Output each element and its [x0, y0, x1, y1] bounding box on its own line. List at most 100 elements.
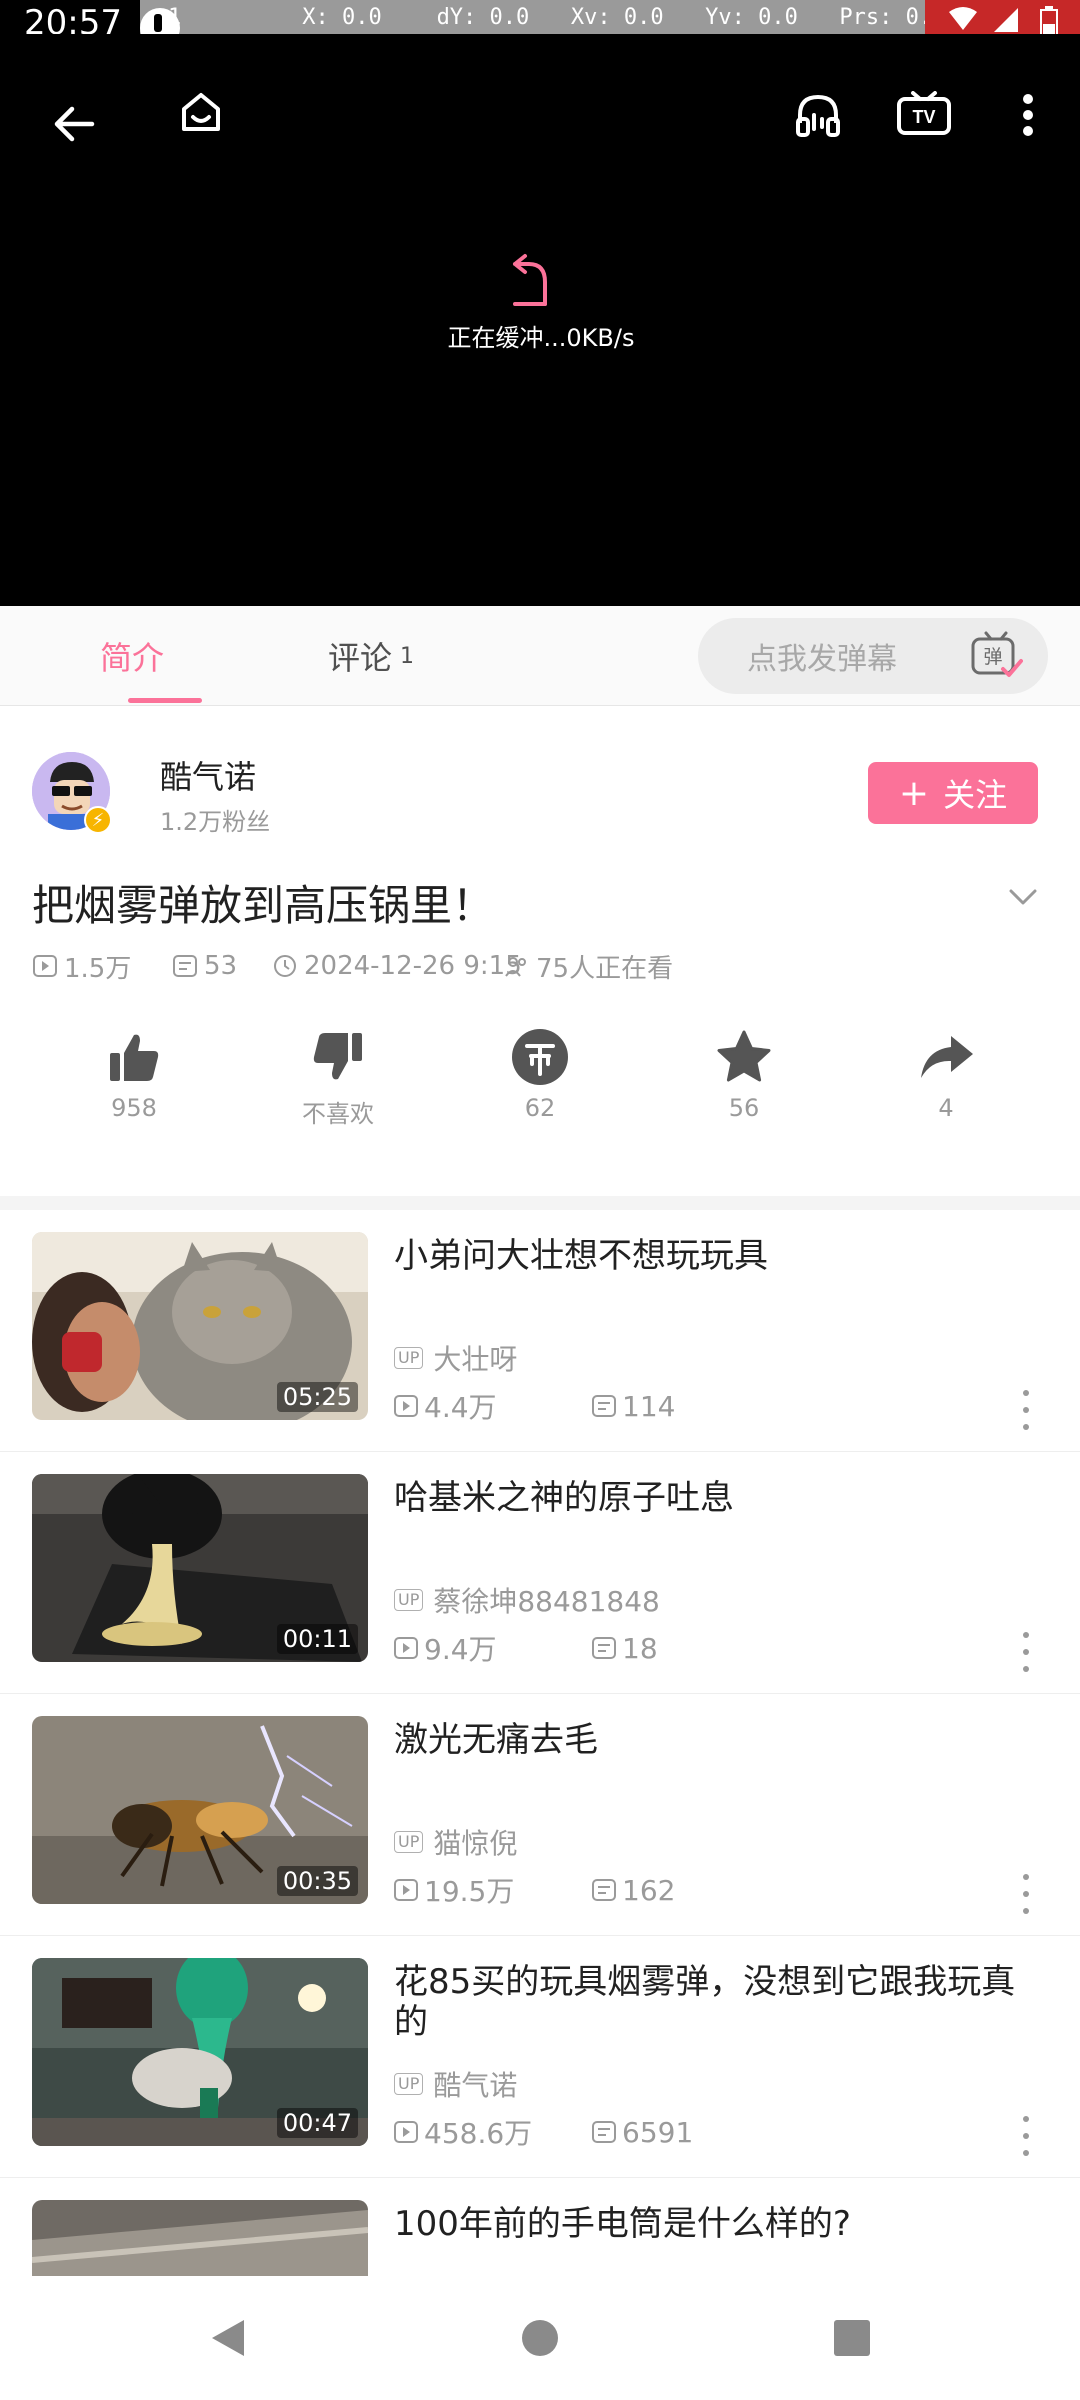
circle-home-icon [522, 2320, 558, 2356]
view-count-value: 4.4万 [424, 1391, 497, 1424]
danmaku-count-value: 114 [622, 1389, 676, 1423]
video-duration: 00:47 [276, 2108, 358, 2138]
danmaku-count-value: 6591 [622, 2115, 694, 2149]
play-count-icon [394, 1637, 418, 1659]
stats-row: 9.4万 18 [394, 1628, 790, 1668]
follow-label: 关注 [943, 776, 1008, 814]
nav-home-button[interactable] [436, 2276, 644, 2400]
chevron-down-icon [1009, 889, 1037, 905]
debug-value: X: 0.0 [302, 4, 382, 30]
play-count-icon [394, 1879, 418, 1901]
video-player[interactable]: TV 正在缓冲...0KB/s [0, 34, 1080, 606]
recommendation-uploader: 蔡徐坤88481848 [433, 1585, 660, 1618]
share-button[interactable]: 4 [844, 1022, 1048, 1132]
loading-icon [513, 254, 547, 306]
audio-icon [795, 94, 840, 137]
clock-icon [274, 955, 296, 977]
dislike-button[interactable]: 不喜欢 [236, 1022, 440, 1132]
tab-intro[interactable]: 简介 [0, 606, 264, 706]
danmaku-count-icon [592, 2121, 616, 2143]
recommendation-uploader: 大壮呀 [433, 1343, 518, 1376]
follow-button[interactable]: + 关注 [868, 762, 1038, 824]
danmaku-count: 18 [592, 1632, 790, 1665]
status-bar: 1 X: 0.0 dY: 0.0 Xv: 0.0 Yv: 0.0 Prs: 0.… [0, 0, 1080, 48]
publish-date-value: 2024-12-26 9:15 [304, 951, 522, 981]
video-thumbnail[interactable]: 00:47 [32, 1958, 368, 2146]
comments-count: 1 [400, 643, 415, 669]
list-item[interactable]: 00:47 花85买的玩具烟雾弹，没想到它跟我玩真的 UP 酷气诺 458.6万… [0, 1936, 1080, 2178]
share-count: 4 [938, 1094, 954, 1122]
favorite-button[interactable]: 56 [642, 1022, 846, 1132]
back-button[interactable] [0, 62, 148, 186]
list-item[interactable]: 05:25 小弟问大壮想不想玩玩具 UP 大壮呀 4.4万 114 [0, 1210, 1080, 1452]
danmaku-count: 6591 [592, 2116, 790, 2149]
like-count: 958 [111, 1094, 157, 1122]
uploader-fans: 1.2万粉丝 [160, 808, 271, 836]
recommendation-title: 花85买的玩具烟雾弹，没想到它跟我玩真的 [394, 1962, 1016, 2042]
view-count: 458.6万 [394, 2112, 592, 2152]
recommendation-title: 100年前的手电筒是什么样的? [394, 2204, 851, 2244]
video-thumbnail[interactable]: 00:11 [32, 1474, 368, 1662]
tab-intro-label: 简介 [99, 639, 164, 677]
uploader-row: UP 猫惊倪 [394, 1822, 517, 1862]
nav-back-button[interactable] [124, 2276, 332, 2400]
list-item[interactable]: 00:11 哈基米之神的原子吐息 UP 蔡徐坤88481848 9.4万 18 [0, 1452, 1080, 1694]
more-options-button[interactable] [976, 84, 1080, 146]
wifi-icon [949, 7, 977, 30]
danmaku-icon-label: 弹 [983, 646, 1002, 668]
view-count: 9.4万 [394, 1628, 592, 1668]
more-options-button[interactable] [1014, 1632, 1038, 1672]
people-icon [505, 957, 526, 977]
home-button[interactable] [148, 62, 253, 162]
view-count: 4.4万 [394, 1386, 592, 1426]
danmaku-toggle-button[interactable]: 弹 [944, 618, 1048, 694]
video-thumbnail[interactable]: 05:25 [32, 1232, 368, 1420]
list-item[interactable]: 00:35 激光无痛去毛 UP 猫惊倪 19.5万 162 [0, 1694, 1080, 1936]
danmaku-count: 114 [592, 1390, 790, 1423]
view-count: 1.5万 [32, 946, 131, 986]
watching-now-value: 75人正在看 [536, 953, 674, 984]
section-divider [0, 1196, 1080, 1210]
square-recents-icon [834, 2320, 870, 2356]
danmaku-count: 53 [172, 946, 237, 986]
buffering-status: 正在缓冲...0KB/s [447, 323, 635, 352]
tv-cast-icon: TV [897, 91, 951, 135]
video-duration: 05:25 [276, 1382, 358, 1412]
triangle-back-icon [212, 2320, 244, 2356]
video-thumbnail[interactable] [32, 2200, 368, 2276]
audio-mode-button[interactable] [765, 62, 870, 167]
tab-comments[interactable]: 评论 1 [328, 634, 448, 678]
more-options-button[interactable] [1014, 1390, 1038, 1430]
thumbs-up-icon [110, 1034, 159, 1081]
tab-bar: 简介 评论 1 点我发弹幕 弹 [0, 606, 1080, 706]
view-count-value: 19.5万 [424, 1875, 515, 1908]
up-badge: UP [394, 1347, 424, 1369]
danmaku-count-value: 53 [204, 951, 238, 981]
tv-cast-button[interactable]: TV [872, 84, 976, 146]
more-options-button[interactable] [1014, 2116, 1038, 2156]
uploader-name[interactable]: 酷气诺 [160, 752, 256, 798]
tab-comments-label: 评论 [328, 639, 393, 677]
favorite-count: 56 [728, 1094, 760, 1122]
active-tab-indicator [128, 698, 202, 703]
danmaku-count-icon [173, 955, 197, 977]
list-item[interactable]: 100年前的手电筒是什么样的? [0, 2178, 1080, 2276]
danmaku-input[interactable]: 点我发弹幕 [698, 618, 946, 694]
view-count-value: 458.6万 [424, 2117, 533, 2150]
coin-icon [512, 1029, 568, 1085]
stats-row: 4.4万 114 [394, 1386, 790, 1426]
nav-recents-button[interactable] [748, 2276, 956, 2400]
video-duration: 00:35 [276, 1866, 358, 1896]
coin-button[interactable]: 62 [438, 1022, 642, 1132]
recommendation-uploader: 猫惊倪 [433, 1827, 518, 1860]
stats-row: 19.5万 162 [394, 1870, 790, 1910]
video-title: 把烟雾弹放到高压锅里！ [32, 881, 495, 930]
more-options-button[interactable] [1014, 1874, 1038, 1914]
like-button[interactable]: 958 [32, 1022, 236, 1132]
expand-description-button[interactable] [998, 872, 1048, 922]
view-count-value: 9.4万 [424, 1633, 497, 1666]
video-thumbnail[interactable]: 00:35 [32, 1716, 368, 1904]
lightning-badge-icon: ⚡ [84, 806, 112, 834]
uploader-row: UP 酷气诺 [394, 2064, 517, 2104]
recommendation-title: 哈基米之神的原子吐息 [394, 1478, 734, 1518]
